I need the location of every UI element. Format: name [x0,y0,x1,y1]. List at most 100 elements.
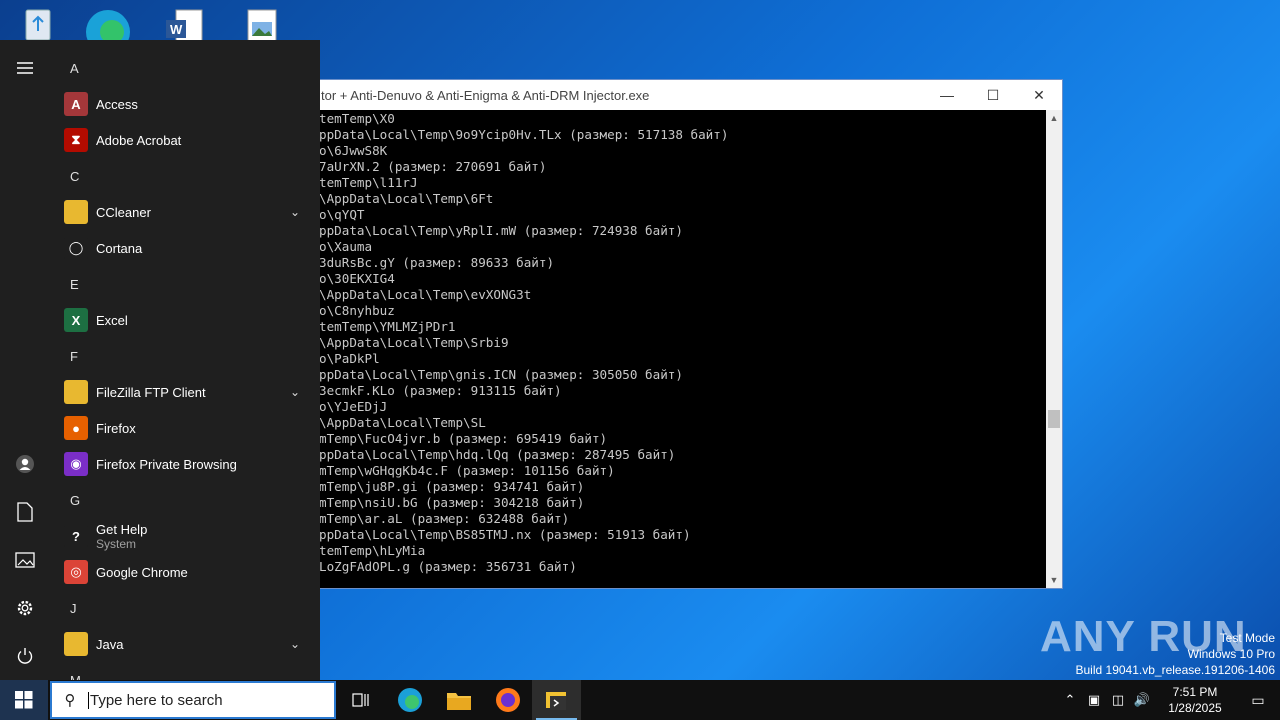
section-letter[interactable]: C [50,158,320,194]
app-name: Excel [96,312,128,328]
build-label: Build 19041.vb_release.191206-1406 [1075,663,1276,677]
chevron-down-icon[interactable]: ⌄ [290,385,300,399]
app-name: Cortana [96,240,143,256]
console-output: temTemp\X0 ppData\Local\Temp\9o9Ycip0Hv.T… [319,110,1046,588]
chevron-down-icon[interactable]: ⌄ [290,637,300,651]
volume-icon[interactable]: 🔊 [1130,692,1154,708]
section-letter[interactable]: M [50,662,320,681]
search-icon: ⚲ [64,692,76,709]
folder-icon [64,380,88,404]
start-app-item[interactable]: ◯ Cortana [50,230,320,266]
taskbar-search-box[interactable]: ⚲ Type here to search [50,681,336,719]
chrome-icon: ◎ [64,560,88,584]
scroll-up-icon[interactable]: ▲ [1046,110,1062,126]
windows-watermark: Test Mode Windows 10 Pro Build 19041.vb_… [1076,630,1276,678]
settings-gear-icon[interactable] [13,596,37,620]
console-line: 3duRsBc.gY (размер: 89633 байт) [319,255,555,270]
console-line: 3ecmkF.KLo (размер: 913115 байт) [319,383,562,398]
chevron-up-icon[interactable]: ⌃ [1058,692,1082,708]
console-line: 7aUrXN.2 (размер: 270691 байт) [319,159,547,174]
start-app-item[interactable]: ● Firefox [50,410,320,446]
maximize-button[interactable]: ☐ [970,80,1016,110]
section-letter[interactable]: E [50,266,320,302]
excel-icon: X [64,308,88,332]
section-letter[interactable]: F [50,338,320,374]
firefox-icon: ● [64,416,88,440]
clock-time: 7:51 PM [1172,685,1218,699]
console-line: mTemp\ar.aL (размер: 632488 байт) [319,511,570,526]
task-view-icon[interactable] [336,680,385,720]
notifications-icon[interactable]: ▭ [1236,692,1280,709]
minimize-button[interactable]: — [924,80,970,110]
system-tray: ⌃ ▣ ◫ 🔊 7:51 PM 1/28/2025 ▭ [1058,680,1280,720]
start-app-item[interactable]: ◎ Google Chrome [50,554,320,590]
test-mode-label: Test Mode [1219,631,1275,645]
clock[interactable]: 7:51 PM 1/28/2025 [1154,684,1236,716]
console-line: o\YJeEDjJ [319,399,388,414]
close-button[interactable]: ✕ [1016,80,1062,110]
start-app-item[interactable]: A Access [50,86,320,122]
console-titlebar[interactable]: tor + Anti-Denuvo & Anti-Enigma & Anti-D… [319,80,1062,110]
app-name: Firefox Private Browsing [96,456,237,472]
start-app-item[interactable]: CCleaner ⌄ [50,194,320,230]
clock-date: 1/28/2025 [1168,701,1222,715]
console-line: o\qYQT [319,207,365,222]
device-icon[interactable]: ▣ [1082,692,1106,708]
image-file-icon[interactable] [240,6,284,43]
console-line: temTemp\l11rJ [319,175,418,190]
console-line: \AppData\Local\Temp\evXONG3t [319,287,532,302]
start-app-item[interactable]: ⧗ Adobe Acrobat [50,122,320,158]
get-help-icon: ? [64,524,88,548]
console-line: ppData\Local\Temp\9o9Ycip0Hv.TLx (размер… [319,127,729,142]
console-line: o\PaDkPl [319,351,380,366]
start-menu: A A Access ⧗ Adobe Acrobat C CCleaner ⌄ ◯ Cortana… [0,40,320,680]
start-app-item[interactable]: FileZilla FTP Client ⌄ [50,374,320,410]
section-letter[interactable]: G [50,482,320,518]
start-app-item[interactable]: X Excel [50,302,320,338]
console-line: mTemp\wGHqgKb4c.F (размер: 101156 байт) [319,463,615,478]
section-letter[interactable]: J [50,590,320,626]
firefox-taskbar-icon[interactable] [483,680,532,720]
start-button[interactable] [0,680,48,720]
console-scrollbar[interactable]: ▲ ▼ [1046,110,1062,588]
app-name: Get Help [96,521,148,537]
folder-icon [64,200,88,224]
power-icon[interactable] [13,644,37,668]
word-doc-icon[interactable]: W [162,6,206,43]
console-line: o\6JwwS8K [319,143,388,158]
start-app-item[interactable]: ? Get Help System [50,518,320,554]
edition-label: Windows 10 Pro [1187,647,1275,661]
console-line: \AppData\Local\Temp\Srbi9 [319,335,509,350]
search-placeholder: Type here to search [88,691,223,709]
section-letter[interactable]: A [50,50,320,86]
console-window[interactable]: tor + Anti-Denuvo & Anti-Enigma & Anti-D… [318,79,1063,589]
network-icon[interactable]: ◫ [1106,692,1130,708]
hamburger-menu-icon[interactable] [13,56,37,80]
app-list: A A Access ⧗ Adobe Acrobat C CCleaner ⌄ ◯ Cortana… [50,40,320,680]
console-line: mTemp\nsiU.bG (размер: 304218 байт) [319,495,585,510]
edge-icon[interactable] [86,6,130,54]
console-line: ppData\Local\Temp\BS85TMJ.nx (размер: 51… [319,527,691,542]
documents-icon[interactable] [13,500,37,524]
file-explorer-icon[interactable] [434,680,483,720]
console-line: LoZgFAdOPL.g (размер: 356731 байт) [319,559,577,574]
console-line: ppData\Local\Temp\hdq.lQq (размер: 28749… [319,447,676,462]
start-app-item[interactable]: ◉ Firefox Private Browsing [50,446,320,482]
firefox-private-icon: ◉ [64,452,88,476]
edge-taskbar-icon[interactable] [385,680,434,720]
scroll-down-icon[interactable]: ▼ [1046,572,1062,588]
svg-text:W: W [170,22,183,37]
injector-app-taskbar-icon[interactable] [532,680,581,720]
scroll-thumb[interactable] [1048,410,1060,428]
user-account-icon[interactable] [13,452,37,476]
pictures-icon[interactable] [13,548,37,572]
app-subtitle: System [96,536,137,551]
recycle-bin-icon[interactable] [16,6,60,42]
console-line: temTemp\hLyMia [319,543,426,558]
chevron-down-icon[interactable]: ⌄ [290,205,300,219]
start-app-item[interactable]: Java ⌄ [50,626,320,662]
console-line: mTemp\FucO4jvr.b (размер: 695419 байт) [319,431,608,446]
cortana-icon: ◯ [64,236,88,260]
console-line: \AppData\Local\Temp\SL [319,415,486,430]
app-name: Java [96,636,124,652]
